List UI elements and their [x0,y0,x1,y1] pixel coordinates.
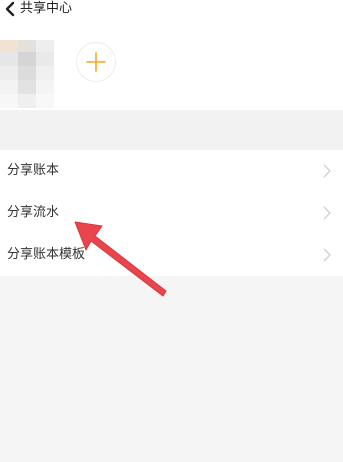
header-bar: 共享中心 [0,0,343,26]
empty-area [0,276,343,462]
add-member-button[interactable] [76,42,116,82]
chevron-right-icon [323,248,331,262]
page-title: 共享中心 [20,1,73,16]
menu-item-share-transactions[interactable]: 分享流水 [0,192,343,234]
section-divider [0,110,343,150]
menu-item-label: 分享账本 [7,163,60,178]
chevron-left-icon[interactable] [3,1,17,17]
menu-item-share-ledger-template[interactable]: 分享账本模板 [0,234,343,276]
avatar[interactable] [0,40,54,108]
plus-icon [86,52,106,72]
share-menu: 分享账本 分享流水 分享账本模板 [0,150,343,276]
chevron-right-icon [323,164,331,178]
member-section [0,26,343,110]
chevron-right-icon [323,206,331,220]
menu-item-label: 分享流水 [7,205,60,220]
menu-item-label: 分享账本模板 [7,247,86,262]
menu-item-share-ledger[interactable]: 分享账本 [0,150,343,192]
